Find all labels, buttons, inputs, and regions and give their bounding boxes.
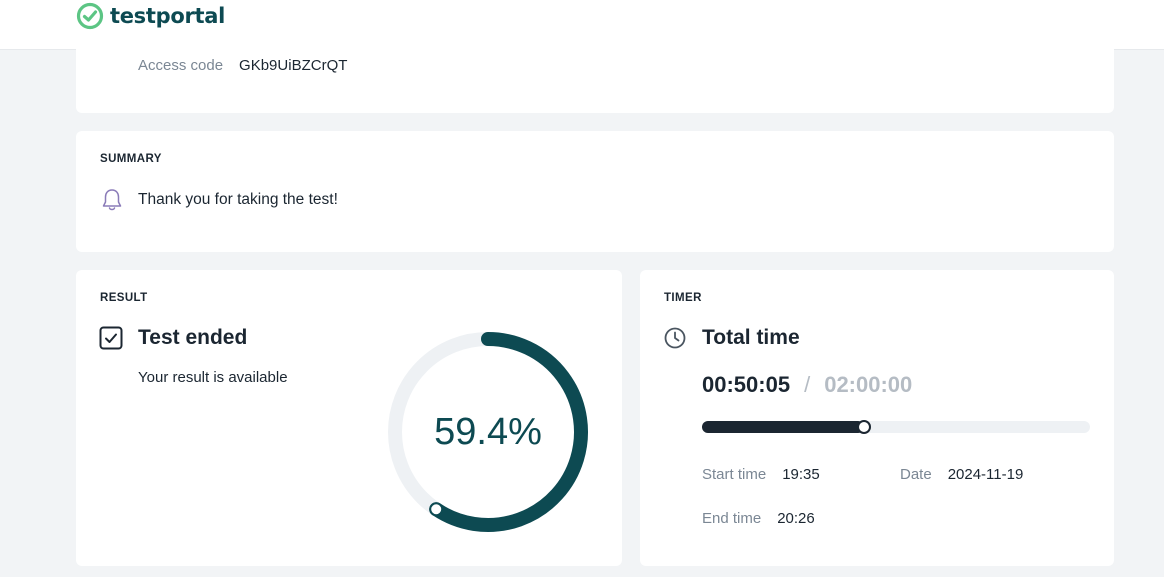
summary-section-label: SUMMARY — [100, 153, 162, 165]
elapsed-time: 00:50:05 — [702, 372, 791, 397]
date-row: Date 2024-11-19 — [900, 466, 1023, 483]
timer-title: Total time — [702, 326, 800, 349]
access-code-card: Access code GKb9UiBZCrQT — [76, 40, 1114, 113]
bell-icon — [102, 189, 122, 211]
result-subtitle: Your result is available — [138, 369, 288, 386]
date-value: 2024-11-19 — [947, 466, 1024, 483]
result-title: Test ended — [138, 326, 248, 349]
timer-section-label: TIMER — [664, 292, 702, 304]
score-percentage: 59.4% — [434, 410, 542, 453]
time-limit: 02:00:00 — [824, 372, 913, 397]
end-time-value: 20:26 — [777, 510, 815, 527]
access-code-label: Access code — [138, 57, 224, 74]
time-progress-knob — [856, 420, 871, 434]
start-time-label: Start time — [702, 466, 767, 483]
time-progress-bar — [702, 420, 1090, 434]
start-time-value: 19:35 — [782, 466, 820, 483]
result-section-label: RESULT — [100, 292, 148, 304]
clock-icon — [664, 327, 686, 349]
end-time-label: End time — [702, 510, 762, 527]
timer-card: TIMER Total time 00:50:05 / 02:00:00 Sta… — [640, 270, 1114, 566]
time-progress-fill — [702, 421, 864, 433]
time-separator: / — [804, 372, 811, 397]
testportal-logo[interactable]: testportal — [76, 0, 225, 32]
summary-card: SUMMARY Thank you for taking the test! — [76, 131, 1114, 252]
end-time-row: End time 20:26 — [702, 510, 815, 527]
checkbox-checked-icon — [99, 326, 123, 350]
logo-check-icon — [76, 2, 104, 30]
date-label: Date — [900, 466, 932, 483]
result-card: RESULT Test ended Your result is availab… — [76, 270, 622, 566]
summary-message: Thank you for taking the test! — [138, 191, 338, 208]
access-code-value: GKb9UiBZCrQT — [239, 57, 348, 74]
brand-name: testportal — [110, 4, 226, 28]
start-time-row: Start time 19:35 — [702, 466, 820, 483]
